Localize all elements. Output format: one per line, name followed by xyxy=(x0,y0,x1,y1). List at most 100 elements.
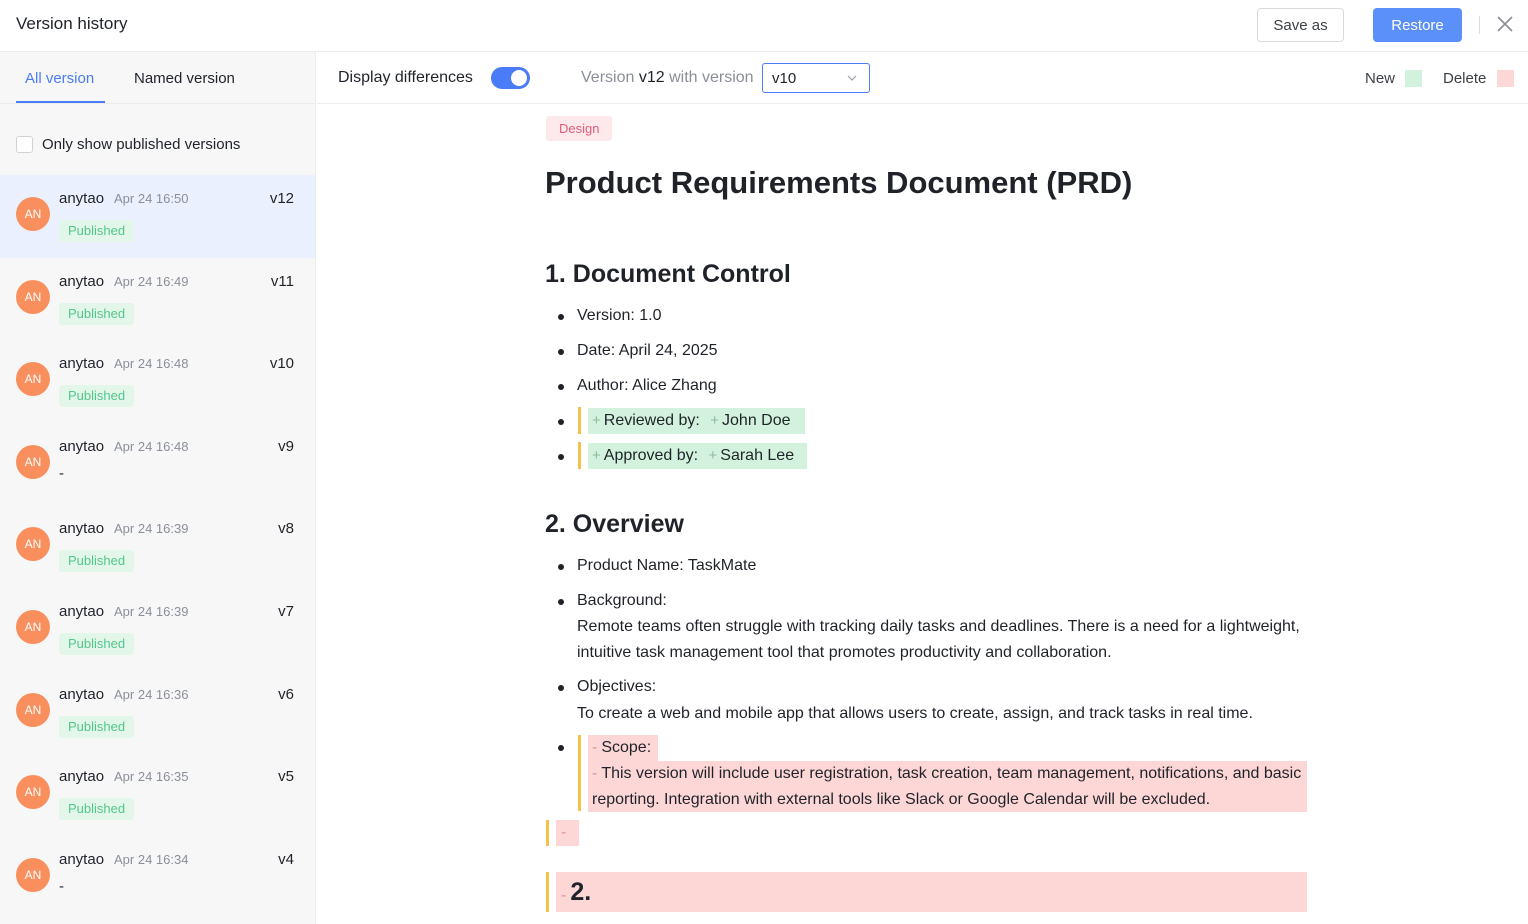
window-title: Version history xyxy=(16,14,128,33)
version-sidebar: All version Named version Only show publ… xyxy=(0,52,316,924)
version-number: v10 xyxy=(269,355,294,373)
avatar: AN xyxy=(16,609,50,644)
version-number: v7 xyxy=(278,602,294,620)
deleted-minus-icon: - xyxy=(592,739,598,756)
added-reviewed-by: + Reviewed by: + John Doe xyxy=(588,408,805,434)
version-author: anytao xyxy=(59,355,105,373)
compare-version-select[interactable]: v10 xyxy=(762,63,870,93)
version-number: v8 xyxy=(278,520,294,538)
tab-all-version[interactable]: All version xyxy=(25,70,94,87)
deleted-minus-icon: - xyxy=(592,765,598,782)
diff-toolbar: Display differences Version v12 with ver… xyxy=(317,52,1528,104)
save-as-button[interactable]: Save as xyxy=(1257,8,1344,42)
compare-middle: with version xyxy=(669,69,754,86)
change-marker xyxy=(578,407,581,434)
avatar: AN xyxy=(16,775,50,810)
avatar: AN xyxy=(16,444,50,479)
bullet-icon xyxy=(558,349,564,355)
added-plus-icon: + xyxy=(592,412,601,429)
version-item-v11[interactable]: AN anytao Apr 24 16:49 v11 Published xyxy=(0,258,315,341)
objectives-text: To create a web and mobile app that allo… xyxy=(577,705,1253,722)
legend-delete-swatch xyxy=(1497,70,1514,87)
change-marker xyxy=(578,735,581,811)
tab-named-version[interactable]: Named version xyxy=(134,70,235,87)
version-status: - xyxy=(59,464,64,482)
published-badge: Published xyxy=(59,302,135,325)
avatar: AN xyxy=(16,527,50,562)
version-item-v7[interactable]: AN anytao Apr 24 16:39 v7 Published xyxy=(0,588,315,671)
version-author: anytao xyxy=(59,437,105,455)
bullet-icon xyxy=(558,454,564,460)
section-heading-document-control: 1. Document Control xyxy=(545,260,791,288)
only-published-filter[interactable]: Only show published versions xyxy=(16,136,240,153)
version-item-v4[interactable]: AN anytao Apr 24 16:34 v4 - xyxy=(0,836,315,919)
toggle-knob xyxy=(511,70,527,86)
deleted-minus-icon: - xyxy=(561,824,567,841)
chevron-down-icon xyxy=(847,75,857,81)
version-author: anytao xyxy=(59,768,105,786)
section-heading-overview: 2. Overview xyxy=(545,510,684,538)
version-time: Apr 24 16:35 xyxy=(114,769,189,785)
added-plus-icon: + xyxy=(710,412,720,429)
published-badge: Published xyxy=(59,550,135,573)
version-author: anytao xyxy=(59,602,105,620)
version-item-v6[interactable]: AN anytao Apr 24 16:36 v6 Published xyxy=(0,671,315,754)
version-compare-label: Version v12 with version xyxy=(581,69,754,87)
bullet-icon xyxy=(558,745,564,751)
deleted-scope-text: - This version will include user registra… xyxy=(588,761,1307,812)
version-item-v5[interactable]: AN anytao Apr 24 16:35 v5 Published xyxy=(0,753,315,836)
version-time: Apr 24 16:50 xyxy=(114,191,189,206)
deleted-heading-text: 2. xyxy=(570,878,592,906)
version-time: Apr 24 16:34 xyxy=(114,851,189,867)
current-version: v12 xyxy=(638,69,665,86)
version-time: Apr 24 16:48 xyxy=(114,356,189,372)
change-marker xyxy=(546,820,549,846)
published-badge: Published xyxy=(59,220,135,242)
display-differences-toggle[interactable] xyxy=(491,67,530,89)
display-differences-label: Display differences xyxy=(338,69,473,86)
added-approved-by: + Approved by: + Sarah Lee xyxy=(588,443,807,469)
restore-button[interactable]: Restore xyxy=(1373,8,1462,42)
reviewed-name: John Doe xyxy=(722,412,791,429)
added-plus-icon: + xyxy=(708,447,718,464)
only-published-checkbox[interactable] xyxy=(16,136,33,153)
added-plus-icon: + xyxy=(592,447,601,464)
version-item-v9[interactable]: AN anytao Apr 24 16:48 v9 - xyxy=(0,423,315,506)
bullet-icon xyxy=(558,384,564,390)
version-number: v11 xyxy=(270,272,294,290)
avatar: AN xyxy=(16,197,50,231)
version-time: Apr 24 16:49 xyxy=(114,273,189,289)
avatar: AN xyxy=(16,857,50,892)
avatar: AN xyxy=(16,692,50,727)
deleted-empty-line: - xyxy=(556,820,579,846)
change-marker xyxy=(546,872,549,912)
close-icon[interactable] xyxy=(1496,15,1514,33)
document-content: Design Product Requirements Document (PR… xyxy=(317,105,1528,924)
bullet-icon xyxy=(558,564,564,570)
version-number: v9 xyxy=(278,437,294,455)
version-author: anytao xyxy=(59,272,105,290)
version-number: v4 xyxy=(278,850,294,868)
active-tab-indicator xyxy=(16,101,105,103)
list-item-objectives-label: Objectives: xyxy=(577,678,657,695)
bullet-icon xyxy=(558,599,564,605)
list-item-background-label: Background: xyxy=(577,592,667,609)
version-item-v8[interactable]: AN anytao Apr 24 16:39 v8 Published xyxy=(0,505,315,588)
version-author: anytao xyxy=(59,850,105,868)
version-item-v12[interactable]: AN anytao Apr 24 16:50 v12 Published xyxy=(0,175,315,258)
avatar: AN xyxy=(16,362,50,397)
bullet-icon xyxy=(558,685,564,691)
version-number: v5 xyxy=(278,768,294,786)
approved-label: Approved by: xyxy=(603,447,699,464)
compare-version-value: v10 xyxy=(772,70,797,87)
approved-name: Sarah Lee xyxy=(720,447,795,464)
version-number: v6 xyxy=(278,685,294,703)
version-status: - xyxy=(59,877,64,895)
doc-tag[interactable]: Design xyxy=(546,116,613,141)
legend-new-label: New xyxy=(1365,70,1396,87)
legend-new-swatch xyxy=(1405,70,1422,87)
version-author: anytao xyxy=(59,685,105,703)
version-author: anytao xyxy=(59,190,105,207)
legend-delete-label: Delete xyxy=(1443,70,1487,87)
version-item-v10[interactable]: AN anytao Apr 24 16:48 v10 Published xyxy=(0,340,315,423)
